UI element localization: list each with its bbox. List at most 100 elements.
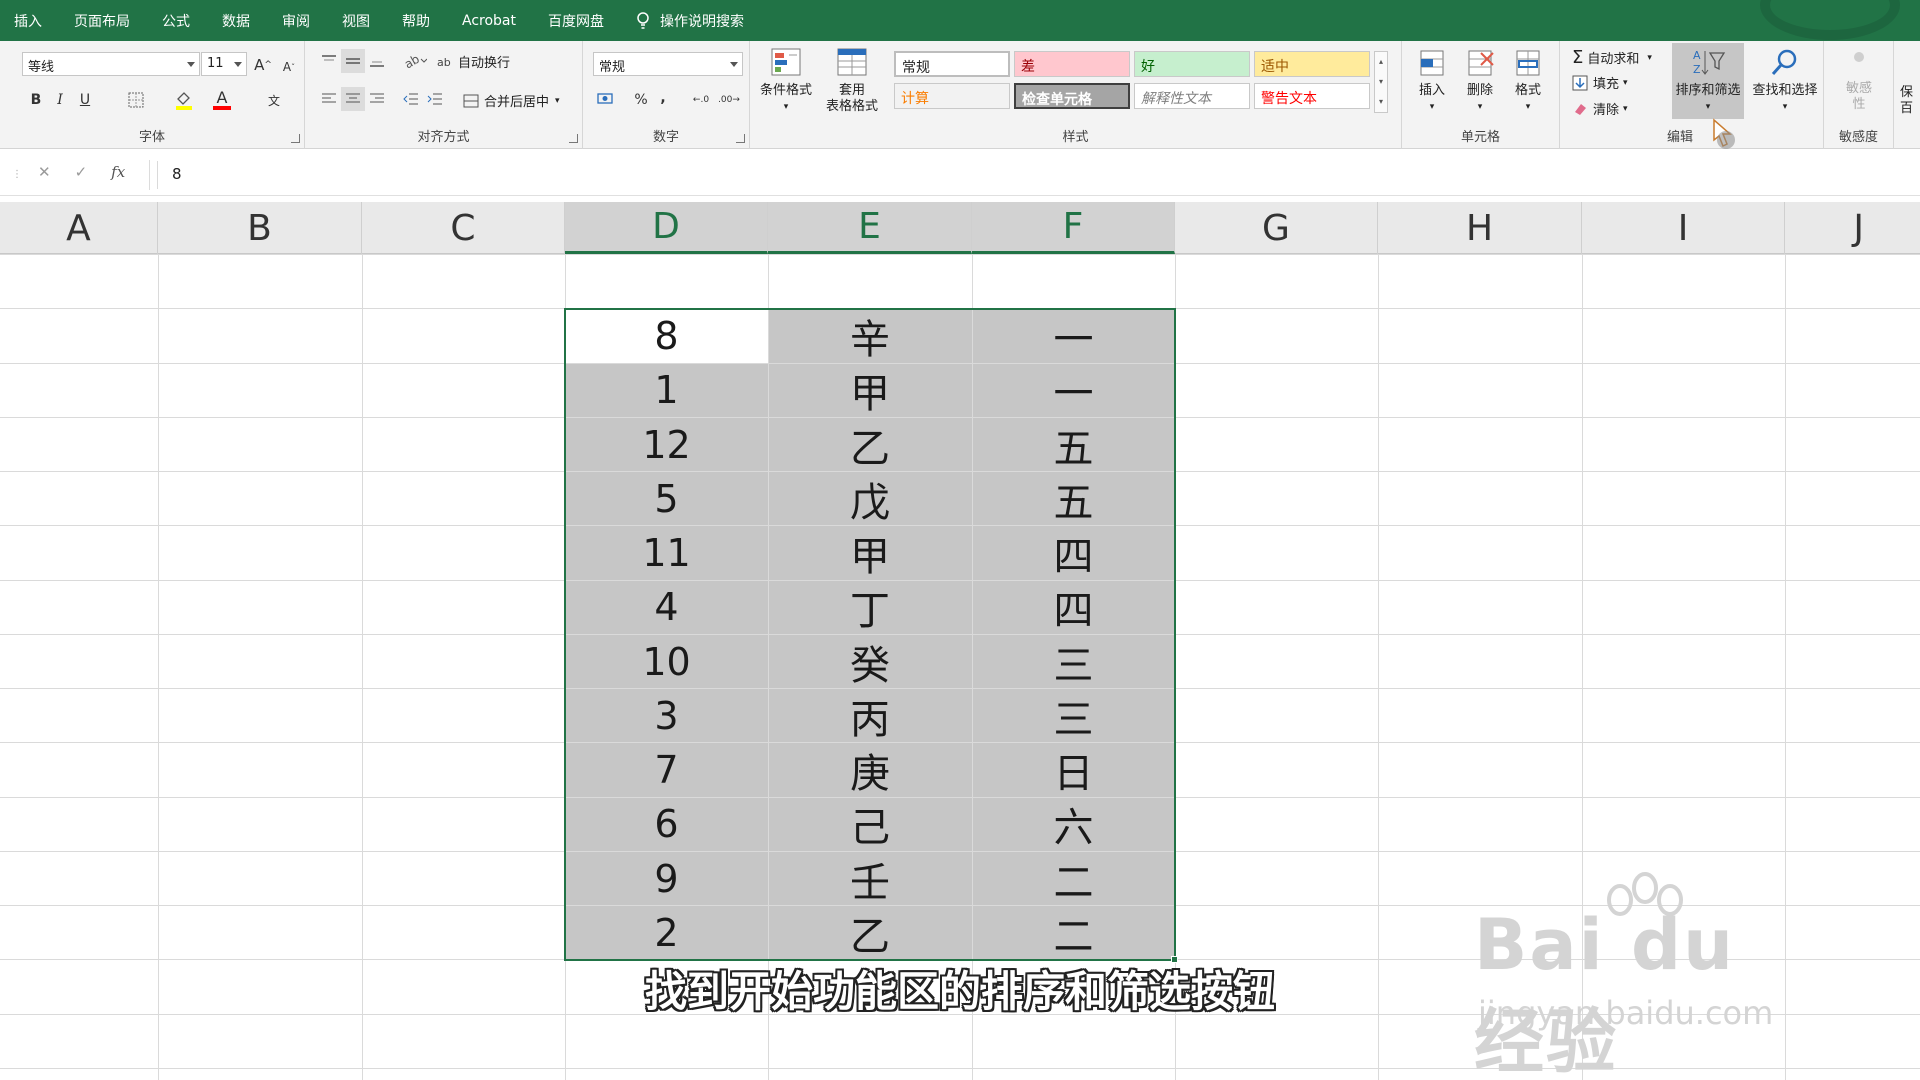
orientation-icon[interactable]: ab [401, 51, 429, 71]
title-bar-decoration [1760, 0, 1900, 40]
increase-indent-icon[interactable] [425, 89, 445, 109]
gallery-more-icon[interactable]: ▾ [1375, 92, 1387, 112]
sensitivity-group-title: 敏感度 [1838, 130, 1878, 145]
format-as-table-button[interactable]: 套用 表格格式 [816, 47, 888, 115]
style-neutral[interactable]: 适中 [1254, 51, 1370, 77]
increase-font-size-icon[interactable]: A ^ [252, 54, 274, 76]
tab-baidu-netdisk[interactable]: 百度网盘 [548, 11, 604, 31]
styles-gallery-scroll[interactable]: ▴ ▾ ▾ [1374, 51, 1388, 113]
decrease-decimal-icon[interactable]: .00→ [717, 89, 741, 111]
number-format-combo[interactable]: 常规 [593, 52, 743, 76]
wrap-text-button[interactable]: ab 自动换行 [437, 52, 510, 72]
borders-icon[interactable] [126, 90, 146, 110]
column-header-h[interactable]: H [1378, 202, 1582, 254]
tell-me-search[interactable]: 操作说明搜索 [636, 11, 744, 31]
align-left-icon[interactable] [319, 89, 339, 109]
chevron-down-icon: ▾ [1705, 102, 1711, 112]
font-name-combo[interactable]: 等线 [22, 52, 200, 76]
dialog-launcher-icon[interactable] [569, 134, 578, 143]
cancel-icon[interactable]: ✕ [38, 163, 51, 181]
font-size-combo[interactable]: 11 [201, 52, 247, 76]
chevron-down-icon [187, 62, 195, 67]
column-header-g[interactable]: G [1175, 202, 1378, 254]
font-name-value: 等线 [28, 60, 55, 75]
format-as-table-icon [837, 48, 867, 76]
tab-formulas[interactable]: 公式 [162, 11, 190, 31]
insert-function-icon[interactable]: fx [111, 163, 125, 181]
column-header-e[interactable]: E [768, 202, 972, 254]
italic-button[interactable]: I [50, 88, 70, 112]
number-group: 常规 % , ←.0 .00→ 数字 [583, 41, 750, 149]
format-cells-button[interactable]: 格式 ▾ [1506, 47, 1550, 115]
ribbon-tab-bar: 插入 页面布局 公式 数据 审阅 视图 帮助 Acrobat 百度网盘 操作说明… [0, 0, 1920, 41]
format-as-table-label-1: 套用 [838, 83, 865, 98]
lightbulb-icon [637, 11, 649, 29]
font-group-title: 字体 [138, 130, 165, 145]
formula-input[interactable]: 8 [172, 165, 182, 183]
chevron-down-icon: ▾ [1623, 77, 1628, 88]
style-warning-text[interactable]: 警告文本 [1254, 83, 1370, 109]
column-header-f[interactable]: F [972, 202, 1175, 254]
delete-cells-icon [1468, 50, 1494, 76]
font-color-icon[interactable]: A [210, 87, 234, 113]
sort-filter-button[interactable]: AZ 排序和筛选 ▾ [1672, 47, 1744, 115]
fill-color-icon[interactable] [172, 88, 196, 112]
decrease-indent-icon[interactable] [401, 89, 421, 109]
delete-cells-button[interactable]: 删除 ▾ [1458, 47, 1502, 115]
tab-help[interactable]: 帮助 [402, 11, 430, 31]
fill-button[interactable]: 填充 ▾ [1572, 73, 1628, 92]
insert-cells-icon [1420, 50, 1444, 76]
phonetic-guide-icon[interactable]: 文 [262, 88, 286, 112]
align-right-icon[interactable] [367, 89, 387, 109]
align-top-icon[interactable] [319, 51, 339, 71]
merge-center-button[interactable]: 合并后居中 ▾ [463, 91, 560, 110]
insert-cells-button[interactable]: 插入 ▾ [1410, 47, 1454, 115]
style-bad[interactable]: 差 [1014, 51, 1130, 77]
tab-page-layout[interactable]: 页面布局 [74, 11, 130, 31]
column-header-j[interactable]: J [1785, 202, 1920, 254]
style-good[interactable]: 好 [1134, 51, 1250, 77]
align-center-icon[interactable] [341, 87, 365, 111]
tab-view[interactable]: 视图 [342, 11, 370, 31]
editing-group: Σ 自动求和 ▾ 填充 ▾ 清除 ▾ AZ 排序和筛选 ▾ 查找和选择 ▾ 编辑 [1560, 41, 1824, 149]
increase-decimal-icon[interactable]: ←.0 [689, 89, 713, 111]
bold-button[interactable]: B [26, 88, 46, 112]
tab-review[interactable]: 审阅 [282, 11, 310, 31]
column-header-c[interactable]: C [362, 202, 565, 254]
percent-style-button[interactable]: % [631, 89, 651, 111]
chevron-up-icon[interactable]: ▴ [1375, 52, 1387, 72]
column-header-b[interactable]: B [158, 202, 362, 254]
tab-insert[interactable]: 插入 [14, 11, 42, 31]
align-bottom-icon[interactable] [367, 51, 387, 71]
merge-cells-icon [463, 94, 479, 107]
comma-style-button[interactable]: , [655, 87, 671, 109]
tab-data[interactable]: 数据 [222, 11, 250, 31]
enter-icon[interactable]: ✓ [75, 163, 88, 181]
dialog-launcher-icon[interactable] [291, 134, 300, 143]
chevron-down-icon[interactable]: ▾ [1375, 72, 1387, 92]
formula-bar-divider [157, 161, 158, 189]
sensitivity-button[interactable]: 敏感 性 [1830, 47, 1888, 113]
dialog-launcher-icon[interactable] [736, 134, 745, 143]
accounting-format-icon[interactable] [593, 89, 621, 111]
style-calculation[interactable]: 计算 [894, 83, 1010, 109]
clear-button[interactable]: 清除 ▾ [1572, 99, 1628, 118]
style-explanatory-text[interactable]: 解释性文本 [1134, 83, 1250, 109]
column-header-d[interactable]: D [565, 202, 768, 254]
chevron-down-icon: ▾ [1525, 102, 1531, 112]
alignment-group-title: 对齐方式 [417, 130, 470, 145]
tab-acrobat[interactable]: Acrobat [462, 13, 516, 29]
video-caption: 找到开始功能区的排序和筛选按钮 [644, 967, 1275, 1016]
style-normal[interactable]: 常规 [894, 51, 1010, 77]
decrease-font-size-icon[interactable]: Aˇ [278, 56, 300, 78]
alignment-group: ab ab 自动换行 合并后居中 ▾ 对齐方式 [305, 41, 583, 149]
column-header-a[interactable]: A [0, 202, 158, 254]
autosum-button[interactable]: Σ 自动求和 ▾ [1572, 47, 1652, 68]
column-header-i[interactable]: I [1582, 202, 1785, 254]
conditional-formatting-button[interactable]: 条件格式 ▾ [756, 47, 816, 115]
align-middle-icon[interactable] [341, 49, 365, 73]
underline-button[interactable]: U [75, 88, 95, 112]
find-select-button[interactable]: 查找和选择 ▾ [1748, 47, 1822, 115]
chevron-down-icon [730, 62, 738, 67]
style-check-cell[interactable]: 检查单元格 [1014, 83, 1130, 109]
